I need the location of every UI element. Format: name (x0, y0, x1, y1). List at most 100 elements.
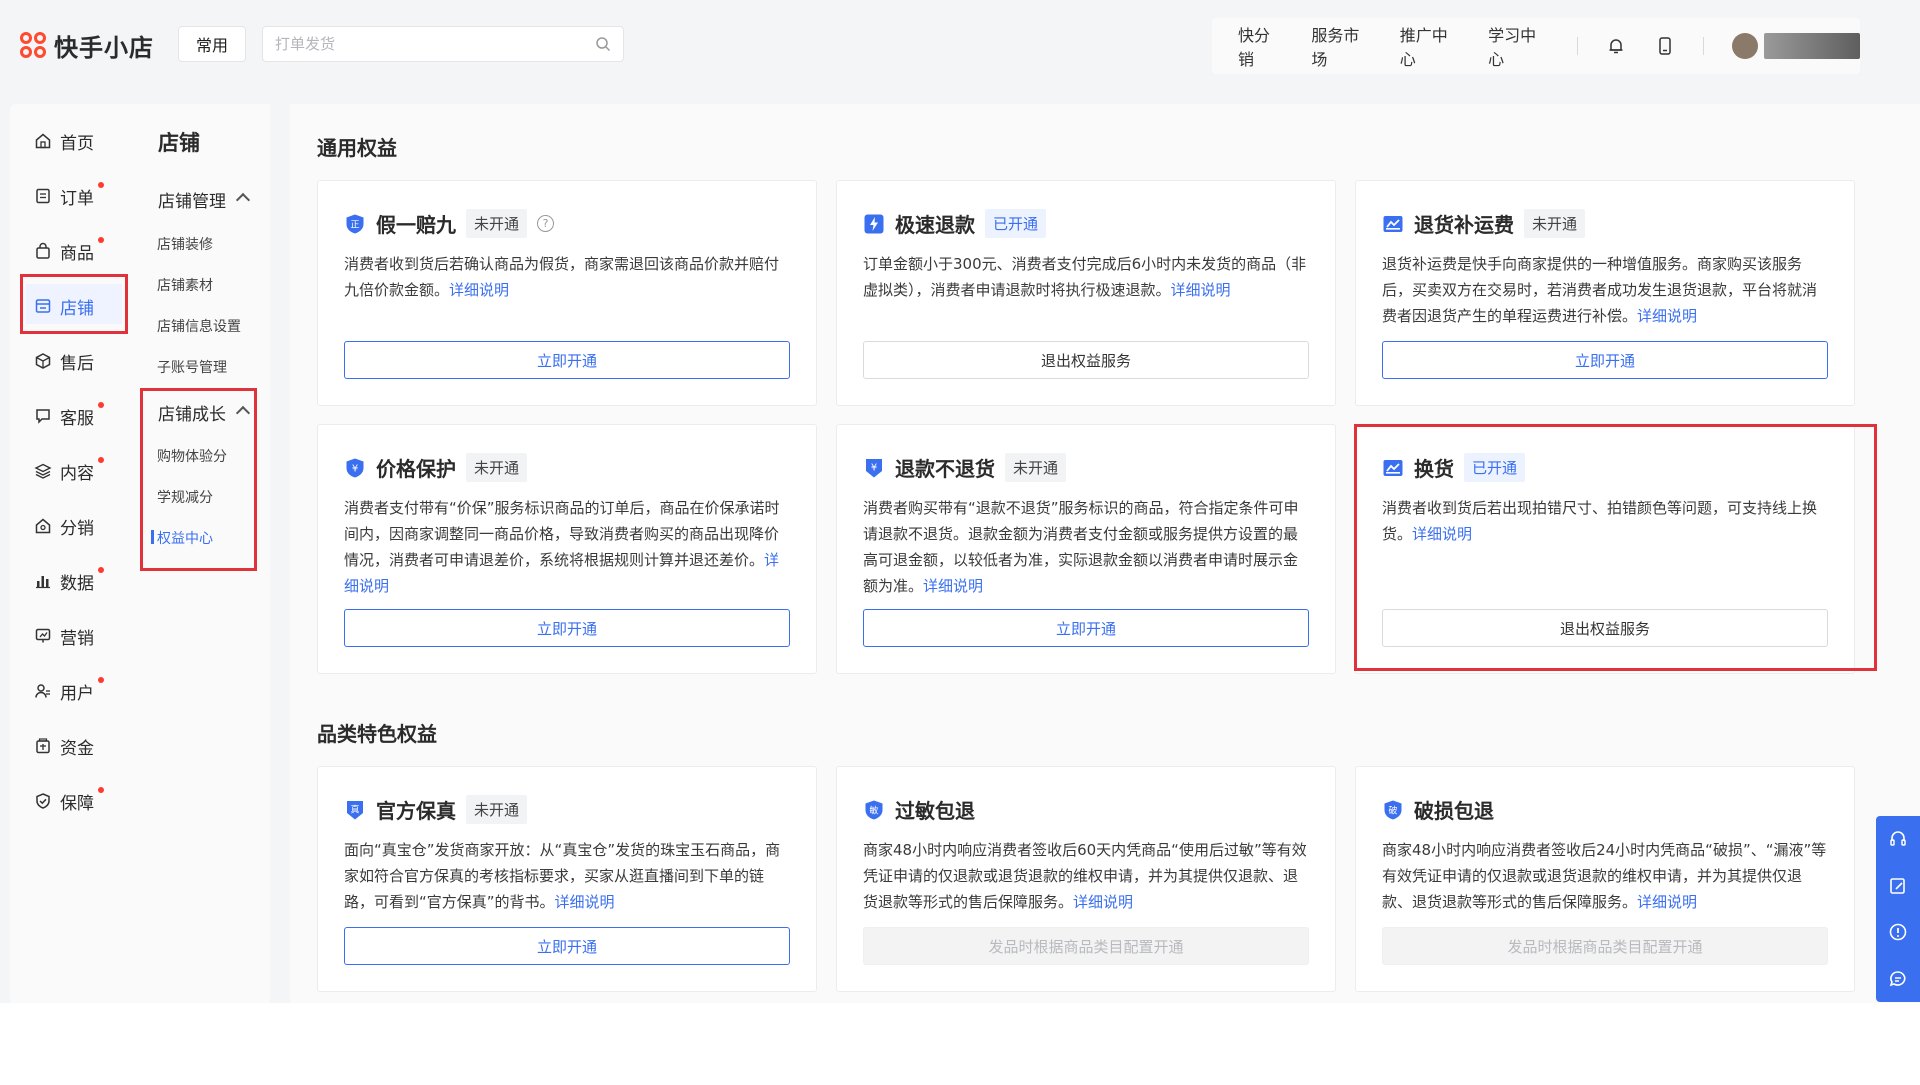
logo-text: 快手小店 (54, 34, 154, 62)
divider (1576, 37, 1578, 55)
highlight-box-store (20, 274, 128, 334)
info-icon[interactable] (1887, 921, 1909, 943)
rights-card-allergy-return: 敏 过敏包退 商家48小时内响应消费者签收后60天内凭商品“使用后过敏”等有效凭… (836, 766, 1336, 992)
activate-button[interactable]: 立即开通 (1382, 341, 1828, 379)
activate-button[interactable]: 立即开通 (344, 341, 790, 379)
shield-yuan-icon: ¥ (344, 457, 366, 479)
activate-button[interactable]: 立即开通 (863, 609, 1309, 647)
sidebar-item-products[interactable]: 商品 (34, 237, 104, 265)
card-description: 商家48小时内响应消费者签收后60天内凭商品“使用后过敏”等有效凭证申请的仅退款… (863, 837, 1311, 915)
details-link[interactable]: 详细说明 (555, 893, 615, 911)
sidebar-item-home[interactable]: 首页 (34, 127, 94, 155)
kuaishou-logo-icon (20, 31, 48, 60)
shield-yuan-icon: ¥ (863, 457, 885, 479)
subnav-item-materials[interactable]: 店铺素材 (157, 275, 213, 295)
card-title: 极速退款 (895, 213, 975, 237)
topnav-item-learning-center[interactable]: 学习中心 (1488, 22, 1548, 70)
mobile-icon[interactable] (1654, 35, 1675, 57)
divider (1703, 37, 1704, 55)
svg-text:¥: ¥ (352, 463, 358, 474)
details-link[interactable]: 详细说明 (449, 281, 509, 299)
svg-text:¥: ¥ (871, 462, 877, 473)
top-header: 快手小店 常用 快分销 服务市场 推广中心 学习中心 (0, 0, 1920, 92)
svg-text:破: 破 (1388, 804, 1397, 816)
category-config-button: 发品时根据商品类目配置开通 (1382, 927, 1828, 965)
common-button[interactable]: 常用 (178, 26, 246, 62)
sidebar-item-label: 内容 (60, 463, 94, 484)
rights-card-damage-return: 破 破损包退 商家48小时内响应消费者签收后24小时内凭商品“破损”、“漏液”等… (1355, 766, 1855, 992)
topnav-item-promotion-center[interactable]: 推广中心 (1400, 22, 1460, 70)
notification-dot (98, 567, 104, 573)
shield-check-icon (36, 793, 50, 809)
avatar[interactable] (1731, 33, 1758, 59)
activate-button[interactable]: 立即开通 (344, 927, 790, 965)
notification-dot (98, 457, 104, 463)
bell-icon[interactable] (1606, 35, 1627, 57)
svg-text:真: 真 (350, 803, 359, 815)
sidebar-item-users[interactable]: 用户 (34, 677, 104, 705)
sidebar-item-content[interactable]: 内容 (34, 457, 104, 485)
svg-text:敏: 敏 (869, 804, 878, 816)
sidebar-item-label: 分销 (60, 518, 94, 539)
sidebar-item-marketing[interactable]: 营销 (34, 622, 94, 650)
card-title: 价格保护 (376, 457, 456, 481)
bag-icon (36, 242, 50, 259)
card-title: 官方保真 (376, 799, 456, 823)
search-box[interactable] (262, 26, 624, 62)
user-menu[interactable] (1731, 33, 1860, 59)
logo[interactable]: 快手小店 (20, 28, 154, 63)
topnav-item-service-market[interactable]: 服务市场 (1311, 22, 1371, 70)
sidebar-item-label: 商品 (60, 243, 94, 264)
subnav-group-store-management[interactable]: 店铺管理 (158, 187, 226, 212)
search-icon[interactable] (595, 36, 611, 52)
rights-card-fake-compensation: 正 假一赔九 未开通 ? 消费者收到货后若确认商品为假货，商家需退回该商品价款并… (317, 180, 817, 406)
card-description-text: 退货补运费是快手向商家提供的一种增值服务。商家购买该服务后，买卖双方在交易时，若… (1382, 255, 1818, 325)
details-link[interactable]: 详细说明 (1073, 893, 1133, 911)
topnav-item-kuaifenxiao[interactable]: 快分销 (1238, 22, 1283, 70)
sidebar-item-guarantee[interactable]: 保障 (34, 787, 104, 815)
card-title: 过敏包退 (895, 799, 975, 823)
details-link[interactable]: 详细说明 (1637, 307, 1697, 325)
card-description: 消费者支付带有“价保”服务标识商品的订单后，商品在价保承诺时间内，因商家调整同一… (344, 495, 792, 599)
notification-dot (98, 402, 104, 408)
sidebar-item-data[interactable]: 数据 (34, 567, 104, 595)
card-title: 退货补运费 (1414, 213, 1514, 237)
edit-icon[interactable] (1887, 875, 1909, 897)
highlight-box-store-growth (140, 388, 257, 571)
card-description: 商家48小时内响应消费者签收后24小时内凭商品“破损”、“漏液”等有效凭证申请的… (1382, 837, 1830, 915)
sidebar-item-funds[interactable]: 资金 (34, 732, 94, 760)
sidebar-item-label: 客服 (60, 408, 94, 429)
subnav-item-store-info[interactable]: 店铺信息设置 (157, 316, 241, 336)
shield-damage-icon: 破 (1382, 799, 1404, 821)
card-description-text: 消费者支付带有“价保”服务标识商品的订单后，商品在价保承诺时间内，因商家调整同一… (344, 499, 780, 569)
search-input[interactable] (275, 35, 595, 53)
sidebar-item-distribution[interactable]: 分销 (34, 512, 94, 540)
details-link[interactable]: 详细说明 (923, 577, 983, 595)
sidebar-item-customer-service[interactable]: 客服 (34, 402, 104, 430)
card-description: 消费者购买带有“退款不退货”服务标识的商品，符合指定条件可申请退款不退货。退款金… (863, 495, 1311, 599)
user-icon (35, 684, 50, 698)
activate-button[interactable]: 立即开通 (344, 609, 790, 647)
details-link[interactable]: 详细说明 (1637, 893, 1697, 911)
card-description-text: 订单金额小于300元、消费者支付完成后6小时内未发货的商品（非虚拟类），消费者申… (863, 255, 1307, 299)
rights-card-fast-refund: 极速退款 已开通 订单金额小于300元、消费者支付完成后6小时内未发货的商品（非… (836, 180, 1336, 406)
highlight-box-exchange (1354, 424, 1877, 671)
notification-dot (98, 787, 104, 793)
card-description: 消费者收到货后若确认商品为假货，商家需退回该商品价款并赔付九倍价款金额。详细说明 (344, 251, 792, 303)
username-redacted (1763, 33, 1860, 59)
sidebar-item-orders[interactable]: 订单 (34, 182, 104, 210)
sidebar-item-aftersales[interactable]: 售后 (34, 347, 94, 375)
card-description-text: 商家48小时内响应消费者签收后24小时内凭商品“破损”、“漏液”等有效凭证申请的… (1382, 841, 1827, 911)
card-description-text: 消费者收到货后若确认商品为假货，商家需退回该商品价款并赔付九倍价款金额。 (344, 255, 780, 299)
distribution-icon (35, 518, 51, 534)
sidebar-item-label: 首页 (60, 133, 94, 154)
notification-dot (98, 182, 104, 188)
message-icon[interactable] (1887, 968, 1909, 990)
subnav-item-subaccounts[interactable]: 子账号管理 (157, 357, 227, 377)
headset-icon[interactable] (1887, 828, 1909, 850)
exit-service-button[interactable]: 退出权益服务 (863, 341, 1309, 379)
details-link[interactable]: 详细说明 (1171, 281, 1231, 299)
status-badge: 已开通 (985, 209, 1047, 238)
subnav-item-decoration[interactable]: 店铺装修 (157, 234, 213, 254)
help-icon[interactable]: ? (537, 215, 555, 232)
